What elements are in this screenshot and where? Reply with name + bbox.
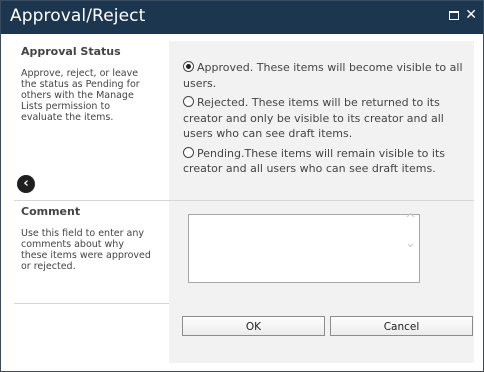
maximize-icon[interactable] — [449, 10, 460, 20]
comment-section: Comment Use this field to enter any comm… — [14, 201, 474, 304]
back-arrow-icon[interactable]: ‹ — [17, 175, 35, 193]
approval-status-section: Approval Status Approve, reject, or leav… — [14, 41, 474, 201]
scroll-up-icon[interactable]: ^ — [405, 213, 416, 226]
option-pending-label: Pending.These items will remain visible … — [183, 146, 445, 176]
buttons-panel: OK Cancel — [169, 303, 474, 363]
comment-description: Use this field to enter any comments abo… — [21, 228, 151, 272]
option-rejected[interactable]: Rejected. These items will be returned t… — [183, 95, 468, 142]
approval-reject-dialog: Approval/Reject ✕ Approval Status Approv… — [0, 0, 484, 372]
approval-options: Approved. These items will become visibl… — [183, 60, 468, 181]
dialog-buttons: OK Cancel — [14, 303, 474, 363]
comment-textarea[interactable] — [188, 214, 420, 283]
comment-panel: ^ ⌄ — [169, 201, 474, 303]
ok-button[interactable]: OK — [182, 316, 325, 336]
approval-status-title: Approval Status — [21, 45, 121, 58]
option-approved[interactable]: Approved. These items will become visibl… — [183, 60, 468, 91]
radio-approved[interactable] — [183, 61, 194, 72]
close-icon[interactable]: ✕ — [465, 8, 477, 22]
radio-rejected[interactable] — [183, 96, 194, 107]
approval-status-description: Approve, reject, or leave the status as … — [21, 68, 140, 123]
cancel-button[interactable]: Cancel — [330, 316, 473, 336]
radio-pending[interactable] — [183, 146, 194, 158]
option-approved-label: Approved. These items will become visibl… — [183, 61, 463, 90]
scroll-down-icon[interactable]: ⌄ — [405, 237, 416, 250]
dialog-title: Approval/Reject — [10, 6, 146, 26]
comment-title: Comment — [21, 205, 81, 218]
approval-status-options-panel: Approved. These items will become visibl… — [169, 41, 474, 200]
option-pending[interactable]: Pending.These items will remain visible … — [183, 146, 468, 177]
title-bar: Approval/Reject ✕ — [1, 1, 483, 34]
title-controls: ✕ — [449, 8, 477, 22]
option-rejected-label: Rejected. These items will be returned t… — [183, 96, 444, 140]
dialog-content: Approval Status Approve, reject, or leav… — [14, 41, 474, 363]
